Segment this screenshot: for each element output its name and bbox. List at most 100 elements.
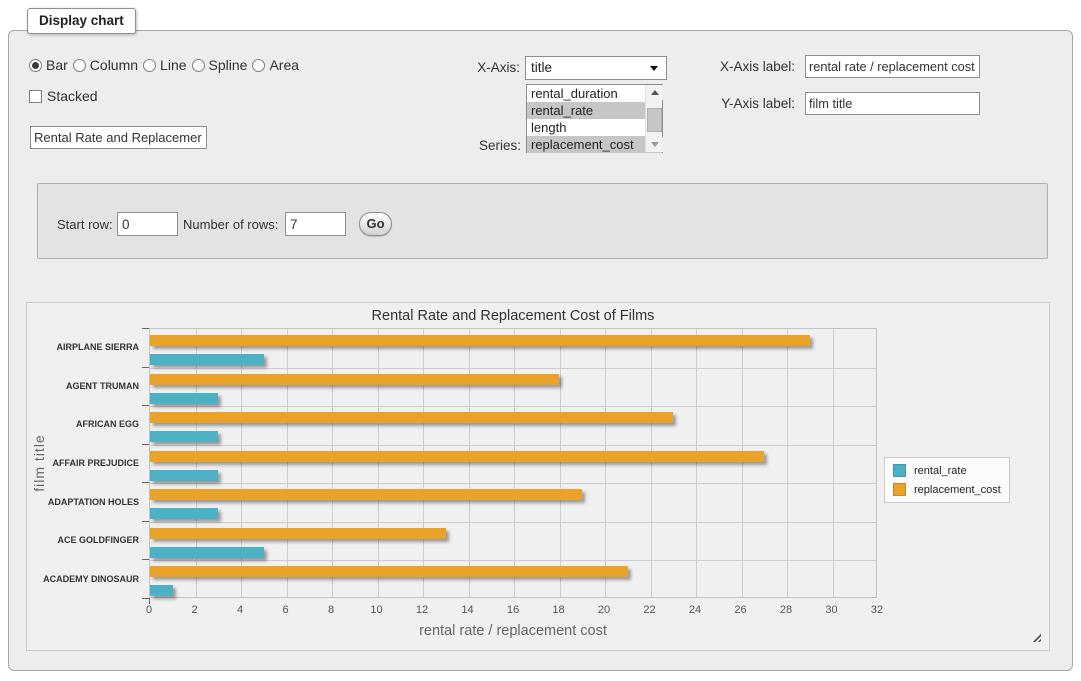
x-tick-label: 14 [448, 604, 488, 616]
start-row-input[interactable] [117, 212, 178, 236]
stacked-label: Stacked [47, 88, 98, 104]
legend-swatch-rental_rate [893, 464, 906, 477]
y-axis-tick [142, 559, 149, 560]
x-tick-label: 6 [266, 604, 306, 616]
stacked-checkbox[interactable] [29, 90, 42, 103]
start-row-caption: Start row: [57, 217, 113, 232]
series-listbox[interactable]: rental_durationrental_ratelengthreplacem… [526, 84, 663, 153]
chart-title: Rental Rate and Replacement Cost of Film… [149, 308, 877, 324]
scrollbar-thumb[interactable] [647, 108, 662, 132]
plot-gridline [150, 445, 876, 446]
plot-gridline [332, 329, 333, 597]
chart-type-radio-line[interactable]: Line [143, 57, 186, 73]
series-caption: Series: [441, 138, 521, 153]
x-tick-label: 4 [220, 604, 260, 616]
resize-handle-icon[interactable] [1032, 633, 1041, 642]
y-axis-tick [142, 598, 149, 599]
plot-gridline [742, 329, 743, 597]
panel-legend: Display chart [27, 8, 136, 34]
y-axis-label-input[interactable] [805, 92, 980, 115]
chart-legend: rental_rate replacement_cost [884, 457, 1010, 503]
y-axis-tick [142, 367, 149, 368]
plot-gridline [651, 329, 652, 597]
bar-rental_rate [150, 547, 264, 558]
legend-item: replacement_cost [893, 483, 1001, 496]
x-axis-select[interactable]: title [525, 56, 667, 80]
x-axis-title: rental rate / replacement cost [149, 623, 877, 639]
y-axis-tick [142, 328, 149, 329]
x-tick-label: 8 [311, 604, 351, 616]
chart-type-radio-column[interactable]: Column [73, 57, 138, 73]
radio-label: Bar [46, 57, 68, 73]
plot-gridline [560, 329, 561, 597]
radio-icon[interactable] [192, 59, 205, 72]
chart: Rental Rate and Replacement Cost of Film… [26, 302, 1050, 651]
plot-gridline [378, 329, 379, 597]
category-label: ACADEMY DINOSAUR [27, 574, 139, 584]
y-axis-tick [142, 482, 149, 483]
bar-rental_rate [150, 393, 218, 404]
bar-rental_rate [150, 431, 218, 442]
radio-icon[interactable] [29, 59, 42, 72]
radio-label: Spline [209, 57, 248, 73]
chart-type-radio-bar[interactable]: Bar [29, 57, 68, 73]
bar-rental_rate [150, 470, 218, 481]
plot-gridline [833, 329, 834, 597]
stacked-checkbox-row[interactable]: Stacked [29, 88, 98, 104]
scrollbar-up-icon[interactable] [646, 85, 663, 100]
category-label: AFRICAN EGG [27, 419, 139, 429]
series-option-length[interactable]: length [527, 119, 662, 136]
x-axis-label-caption: X-Axis label: [675, 59, 795, 74]
y-axis-tick [142, 444, 149, 445]
chart-type-radio-spline[interactable]: Spline [192, 57, 248, 73]
plot-gridline [150, 522, 876, 523]
category-label: ADAPTATION HOLES [27, 497, 139, 507]
bar-rental_rate [150, 354, 264, 365]
category-label: AGENT TRUMAN [27, 381, 139, 391]
x-tick-label: 16 [493, 604, 533, 616]
bar-replacement_cost [150, 528, 446, 539]
plot-gridline [605, 329, 606, 597]
radio-icon[interactable] [73, 59, 86, 72]
bar-rental_rate [150, 585, 173, 596]
legend-item: rental_rate [893, 464, 1001, 477]
radio-icon[interactable] [143, 59, 156, 72]
x-tick-label: 30 [812, 604, 852, 616]
plot-gridline [423, 329, 424, 597]
radio-label: Column [90, 57, 138, 73]
chart-title-input[interactable] [30, 126, 207, 149]
bar-replacement_cost [150, 412, 673, 423]
chart-type-radio-area[interactable]: Area [252, 57, 299, 73]
series-option-replacement_cost[interactable]: replacement_cost [527, 136, 662, 153]
y-axis-tick [142, 405, 149, 406]
radio-icon[interactable] [252, 59, 265, 72]
legend-swatch-replacement_cost [893, 483, 906, 496]
bar-replacement_cost [150, 451, 764, 462]
legend-label: replacement_cost [914, 484, 1001, 496]
category-label: ACE GOLDFINGER [27, 535, 139, 545]
plot-gridline [150, 483, 876, 484]
num-rows-input[interactable] [285, 212, 346, 236]
bar-rental_rate [150, 508, 218, 519]
series-option-rental_rate[interactable]: rental_rate [527, 102, 662, 119]
y-axis-tick [142, 521, 149, 522]
y-axis-label-caption: Y-Axis label: [675, 96, 795, 111]
chart-type-radiogroup: Bar Column Line Spline Area [29, 57, 304, 73]
scrollbar-down-icon[interactable] [646, 137, 663, 152]
bar-replacement_cost [150, 566, 628, 577]
x-axis-label-input[interactable] [805, 55, 980, 78]
radio-label: Line [160, 57, 186, 73]
plot-gridline [696, 329, 697, 597]
x-tick-label: 32 [857, 604, 897, 616]
radio-label: Area [269, 57, 299, 73]
category-label: AIRPLANE SIERRA [27, 342, 139, 352]
x-tick-label: 10 [357, 604, 397, 616]
plot-gridline [150, 560, 876, 561]
series-option-rental_duration[interactable]: rental_duration [527, 85, 662, 102]
go-button[interactable]: Go [359, 212, 392, 236]
x-tick-label: 18 [539, 604, 579, 616]
x-tick-label: 24 [675, 604, 715, 616]
scrollbar[interactable] [645, 85, 662, 152]
plot-gridline [469, 329, 470, 597]
chevron-down-icon [650, 66, 658, 71]
